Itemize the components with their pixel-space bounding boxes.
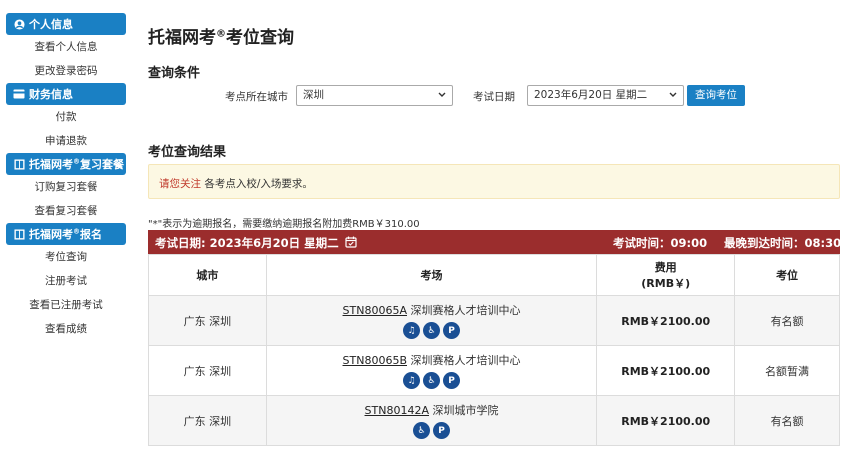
search-form: 考点所在城市 深圳 考试日期 2023年6月20日 星期二 查询考位 [148, 85, 840, 107]
header-seat: 考位 [734, 254, 840, 296]
page-title: 托福网考®考位查询 [148, 28, 294, 48]
table-row: 广东 深圳 STN80142A 深圳城市学院 ♿ P RMB￥2100.00 有… [148, 395, 840, 446]
calendar-icon[interactable] [345, 236, 357, 251]
wheelchair-icon: ♿ [423, 372, 441, 389]
date-label: 考试日期 [473, 91, 515, 103]
sidebar-item-seat-search[interactable]: 考位查询 [6, 245, 126, 269]
sidebar-header-prep[interactable]: 托福网考®复习套餐 [6, 153, 126, 175]
fee-cell: RMB￥2100.00 [596, 345, 736, 396]
sidebar-item-order-prep[interactable]: 订购复习套餐 [6, 175, 126, 199]
header-fee: 费用 (RMB￥) [596, 254, 736, 296]
notice-box: 请您关注 各考点入校/入场要求。 [148, 164, 840, 199]
seat-cell: 名额暂满 [734, 345, 840, 396]
search-seats-button[interactable]: 查询考位 [687, 85, 745, 106]
sidebar-header-finance[interactable]: 财务信息 [6, 83, 126, 105]
table-row: 广东 深圳 STN80065B 深圳赛格人才培训中心 ♫ ♿ P RMB￥210… [148, 345, 840, 396]
city-cell: 广东 深圳 [148, 345, 267, 396]
sidebar-header-label: 托福网考®复习套餐 [29, 157, 124, 171]
city-select-value: 深圳 [303, 89, 324, 101]
user-circle-icon [13, 18, 25, 30]
sidebar-section-prep: 托福网考®复习套餐 订购复习套餐 查看复习套餐 [6, 153, 126, 223]
sidebar-header-label: 财务信息 [29, 88, 73, 101]
bar-date-text: 考试日期: 2023年6月20日 星期二 [155, 236, 339, 250]
sidebar-header-label: 托福网考®报名 [29, 227, 102, 241]
sidebar-header-register[interactable]: 托福网考®报名 [6, 223, 126, 245]
bar-test-time: 考试时间：09:00 [613, 236, 708, 250]
sidebar-item-view-scores[interactable]: 查看成绩 [6, 317, 126, 341]
ear-icon: ♫ [403, 322, 421, 339]
seat-cell: 有名额 [734, 395, 840, 446]
sidebar: 个人信息 查看个人信息 更改登录密码 财务信息 付款 申请退款 托福网考®复习套… [6, 13, 126, 341]
table-row: 广东 深圳 STN80065A 深圳赛格人才培训中心 ♫ ♿ P RMB￥210… [148, 295, 840, 346]
sidebar-item-change-password[interactable]: 更改登录密码 [6, 59, 126, 83]
credit-card-icon [13, 88, 25, 100]
parking-icon: P [443, 372, 461, 389]
fee-cell: RMB￥2100.00 [596, 395, 736, 446]
bar-latest-arrival: 最晚到达时间：08:30 [724, 236, 842, 250]
sidebar-section-personal: 个人信息 查看个人信息 更改登录密码 [6, 13, 126, 83]
city-select[interactable]: 深圳 [296, 85, 453, 106]
ear-icon: ♫ [403, 372, 421, 389]
fee-cell: RMB￥2100.00 [596, 295, 736, 346]
header-center: 考场 [265, 254, 598, 296]
sidebar-header-label: 个人信息 [29, 18, 73, 31]
center-cell: STN80065A 深圳赛格人才培训中心 ♫ ♿ P [265, 295, 598, 346]
center-cell: STN80065B 深圳赛格人才培训中心 ♫ ♿ P [265, 345, 598, 396]
center-code-link[interactable]: STN80065B [343, 354, 407, 367]
conditions-title: 查询条件 [148, 66, 201, 81]
center-name: 深圳赛格人才培训中心 [406, 304, 521, 317]
sidebar-section-finance: 财务信息 付款 申请退款 [6, 83, 126, 153]
notice-warn-text: 请您关注 [159, 178, 201, 190]
late-registration-note: "*"表示为逾期报名，需要缴纳逾期报名附加费RMB￥310.00 [148, 219, 420, 230]
sidebar-header-personal[interactable]: 个人信息 [6, 13, 126, 35]
chevron-down-icon [668, 88, 678, 109]
sidebar-item-refund[interactable]: 申请退款 [6, 129, 126, 153]
center-code-link[interactable]: STN80142A [365, 404, 429, 417]
city-label: 考点所在城市 [225, 91, 288, 103]
city-cell: 广东 深圳 [148, 395, 267, 446]
sidebar-item-payment[interactable]: 付款 [6, 105, 126, 129]
notice-text: 各考点入校/入场要求。 [201, 178, 313, 190]
wheelchair-icon: ♿ [423, 322, 441, 339]
table-header-row: 城市 考场 费用 (RMB￥) 考位 [148, 254, 840, 296]
book-icon [13, 158, 25, 170]
results-title: 考位查询结果 [148, 145, 227, 160]
test-date-bar: 考试日期: 2023年6月20日 星期二 考试时间：09:00 最晚到达时间：0… [148, 230, 842, 254]
parking-icon: P [433, 422, 451, 439]
book-icon [13, 228, 25, 240]
center-name: 深圳赛格人才培训中心 [407, 354, 521, 367]
sidebar-item-view-registered[interactable]: 查看已注册考试 [6, 293, 126, 317]
date-select[interactable]: 2023年6月20日 星期二 [527, 85, 684, 106]
date-select-value: 2023年6月20日 星期二 [534, 89, 648, 101]
seat-results-table: 城市 考场 费用 (RMB￥) 考位 广东 深圳 STN80065A 深圳赛格人才… [148, 254, 840, 446]
wheelchair-icon: ♿ [413, 422, 431, 439]
sidebar-section-register: 托福网考®报名 考位查询 注册考试 查看已注册考试 查看成绩 [6, 223, 126, 341]
chevron-down-icon [437, 88, 447, 109]
center-name: 深圳城市学院 [428, 404, 499, 417]
center-code-link[interactable]: STN80065A [343, 304, 407, 317]
city-cell: 广东 深圳 [148, 295, 267, 346]
sidebar-item-view-profile[interactable]: 查看个人信息 [6, 35, 126, 59]
parking-icon: P [443, 322, 461, 339]
header-city: 城市 [148, 254, 267, 296]
seat-cell: 有名额 [734, 295, 840, 346]
sidebar-item-register-test[interactable]: 注册考试 [6, 269, 126, 293]
sidebar-item-view-prep[interactable]: 查看复习套餐 [6, 199, 126, 223]
center-cell: STN80142A 深圳城市学院 ♿ P [265, 395, 598, 446]
